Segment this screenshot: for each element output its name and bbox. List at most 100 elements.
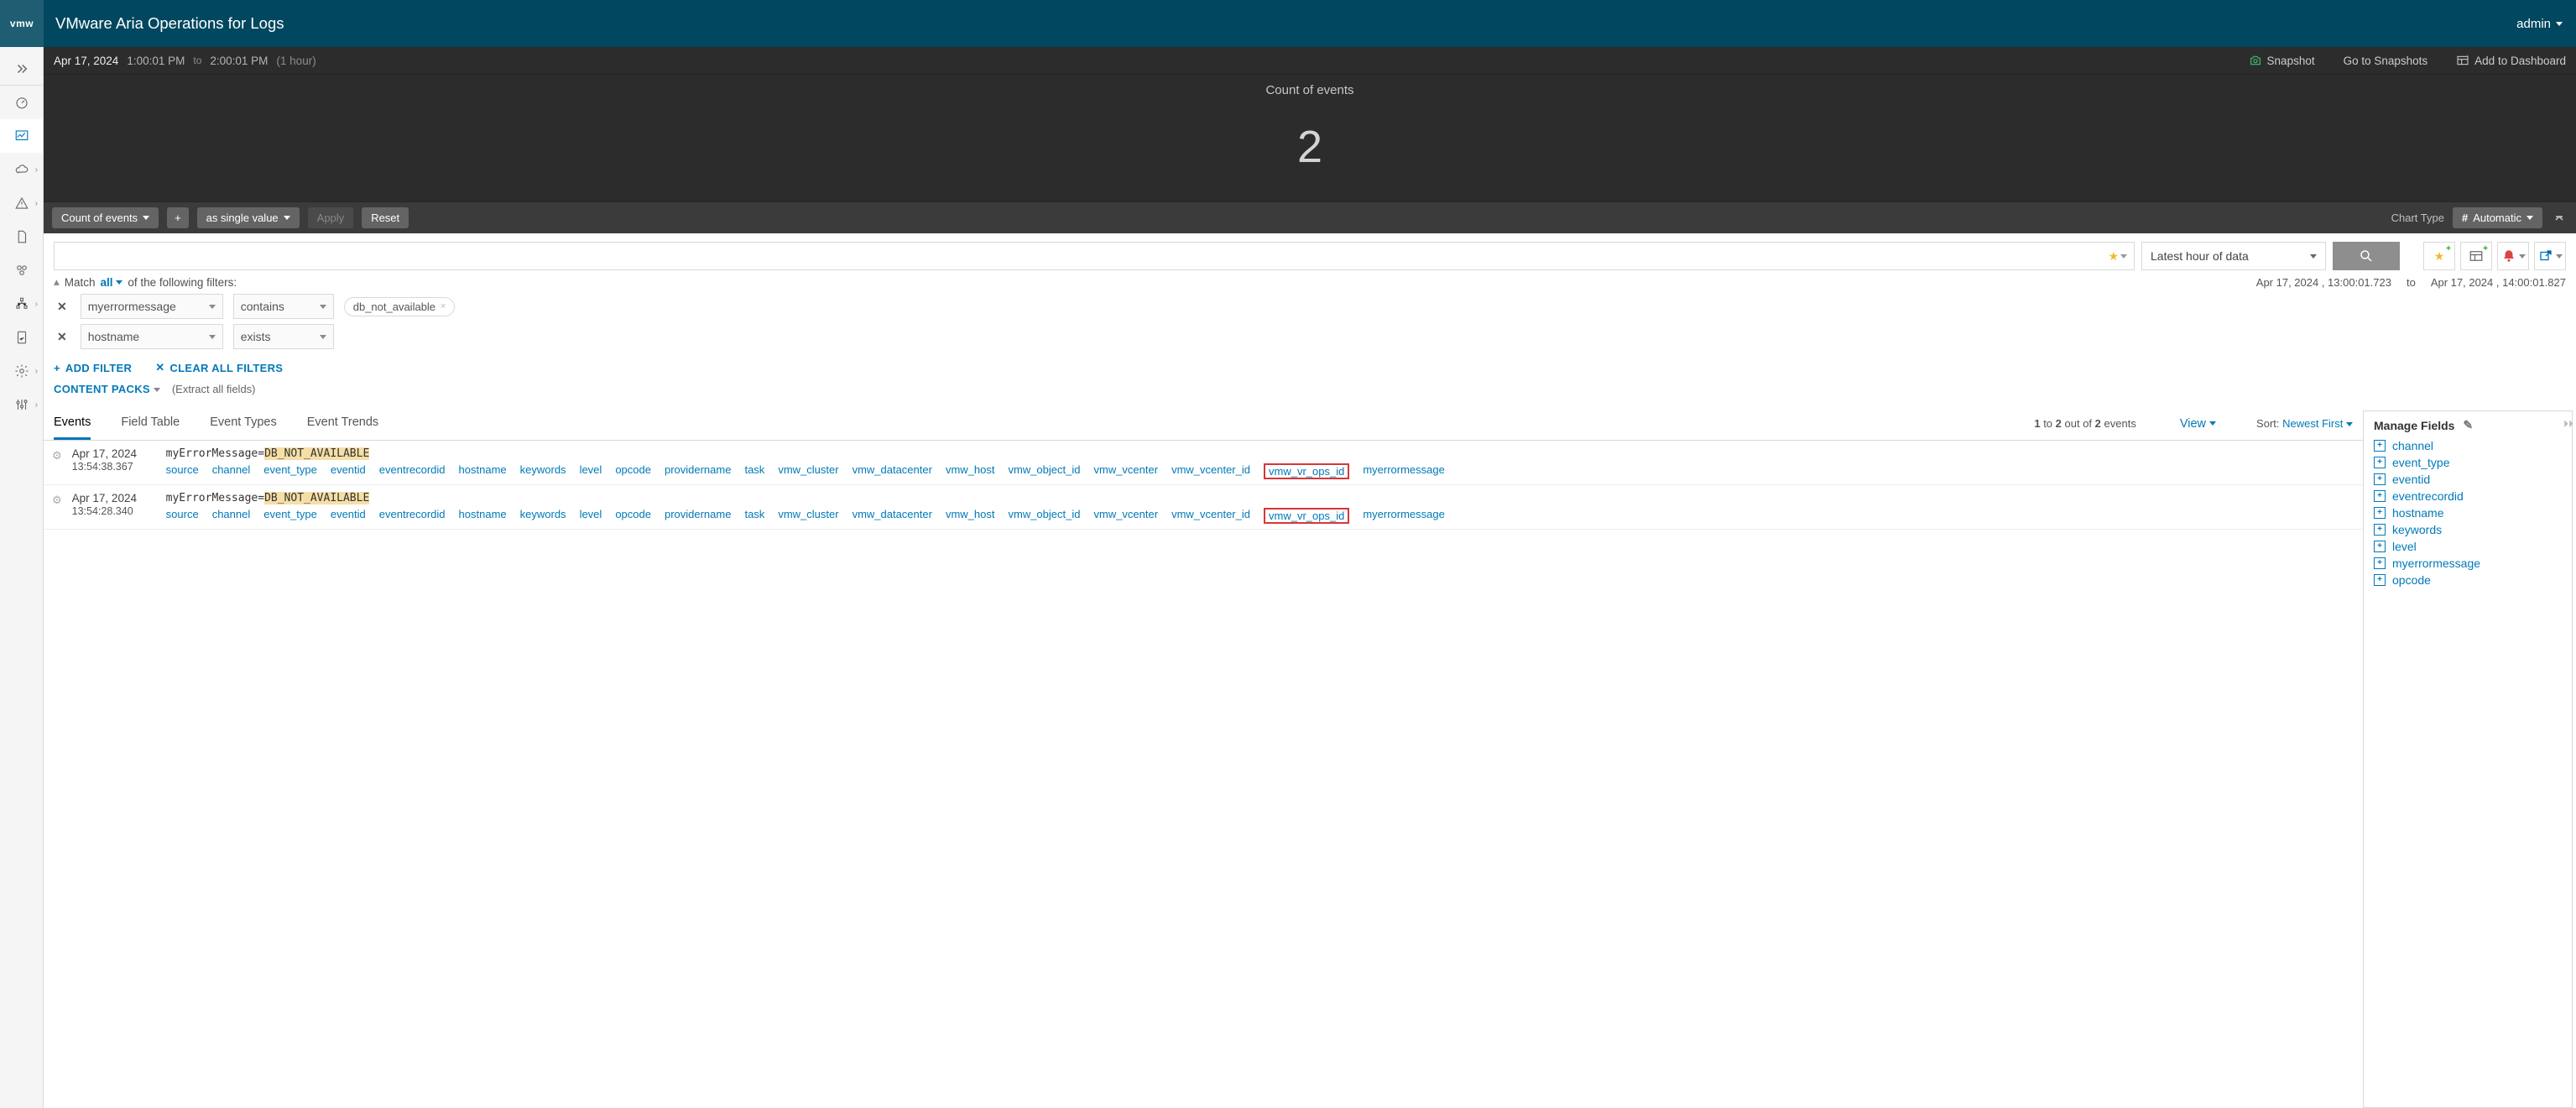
field-tag-vmw_vcenter[interactable]: vmw_vcenter — [1093, 508, 1158, 524]
reset-button[interactable]: Reset — [362, 207, 409, 228]
add-field-icon[interactable]: + — [2374, 557, 2386, 569]
field-tag-vmw_datacenter[interactable]: vmw_datacenter — [853, 463, 932, 479]
field-tag-event_type[interactable]: event_type — [263, 508, 317, 524]
snapshot-button[interactable]: Snapshot — [2249, 54, 2315, 67]
field-tag-source[interactable]: source — [166, 463, 199, 479]
event-gear-icon[interactable]: ⚙ — [52, 449, 62, 463]
filter-operator-select[interactable]: contains — [233, 294, 334, 319]
field-tag-myerrormessage[interactable]: myerrormessage — [1363, 463, 1445, 479]
field-eventid[interactable]: +eventid — [2374, 471, 2562, 488]
field-tag-hostname[interactable]: hostname — [459, 463, 507, 479]
timerange-select[interactable]: Latest hour of data — [2141, 242, 2326, 270]
edit-fields-icon[interactable]: ✎ — [2463, 418, 2473, 432]
nav-cloud[interactable]: › — [0, 153, 43, 186]
remove-filter-icon[interactable]: ✕ — [54, 300, 70, 314]
share-button[interactable] — [2534, 242, 2566, 270]
search-input[interactable] — [61, 248, 2108, 264]
field-tag-providername[interactable]: providername — [665, 463, 732, 479]
add-field-icon[interactable]: + — [2374, 574, 2386, 586]
nav-settings[interactable]: › — [0, 354, 43, 388]
field-hostname[interactable]: +hostname — [2374, 504, 2562, 521]
add-series-button[interactable]: + — [167, 207, 189, 228]
add-field-icon[interactable]: + — [2374, 541, 2386, 552]
field-tag-event_type[interactable]: event_type — [263, 463, 317, 479]
apply-button[interactable]: Apply — [308, 207, 354, 228]
field-tag-vmw_vr_ops_id[interactable]: vmw_vr_ops_id — [1264, 508, 1349, 524]
nav-dashboard[interactable] — [0, 86, 43, 119]
field-tag-opcode[interactable]: opcode — [615, 463, 651, 479]
save-favorite-button[interactable]: ★+ — [2423, 242, 2455, 270]
filter-operator-select[interactable]: exists — [233, 324, 334, 349]
field-tag-opcode[interactable]: opcode — [615, 508, 651, 524]
add-field-icon[interactable]: + — [2374, 473, 2386, 485]
add-field-icon[interactable]: + — [2374, 440, 2386, 452]
field-tag-vmw_host[interactable]: vmw_host — [946, 463, 995, 479]
tab-field-table[interactable]: Field Table — [121, 407, 180, 440]
field-tag-myerrormessage[interactable]: myerrormessage — [1363, 508, 1445, 524]
add-field-icon[interactable]: + — [2374, 490, 2386, 502]
field-tag-vmw_vcenter_id[interactable]: vmw_vcenter_id — [1171, 508, 1250, 524]
field-tag-task[interactable]: task — [744, 463, 764, 479]
field-opcode[interactable]: +opcode — [2374, 572, 2562, 588]
sidebar-expand-button[interactable] — [0, 52, 43, 86]
field-tag-providername[interactable]: providername — [665, 508, 732, 524]
field-tag-source[interactable]: source — [166, 508, 199, 524]
favorite-icon[interactable]: ★ — [2108, 249, 2127, 264]
field-tag-keywords[interactable]: keywords — [520, 463, 566, 479]
nav-mobile[interactable] — [0, 321, 43, 354]
field-tag-eventrecordid[interactable]: eventrecordid — [379, 463, 446, 479]
tab-event-trends[interactable]: Event Trends — [307, 407, 378, 440]
field-tag-vmw_cluster[interactable]: vmw_cluster — [778, 463, 838, 479]
field-tag-vmw_vcenter_id[interactable]: vmw_vcenter_id — [1171, 463, 1250, 479]
field-eventrecordid[interactable]: +eventrecordid — [2374, 488, 2562, 504]
remove-filter-icon[interactable]: ✕ — [54, 330, 70, 344]
nav-clusters[interactable] — [0, 253, 43, 287]
view-dropdown[interactable]: View — [2180, 417, 2216, 431]
collapse-chart-handle[interactable] — [2551, 207, 2568, 228]
field-tag-keywords[interactable]: keywords — [520, 508, 566, 524]
field-tag-task[interactable]: task — [744, 508, 764, 524]
field-tag-level[interactable]: level — [580, 508, 602, 524]
filter-value-token[interactable]: db_not_available × — [344, 297, 456, 316]
match-mode-dropdown[interactable]: all — [101, 276, 123, 289]
nav-sliders[interactable]: › — [0, 388, 43, 421]
field-tag-eventid[interactable]: eventid — [331, 508, 366, 524]
add-filter-button[interactable]: + ADD FILTER — [54, 361, 132, 374]
field-tag-hostname[interactable]: hostname — [459, 508, 507, 524]
sort-control[interactable]: Sort: Newest First — [2256, 417, 2353, 430]
field-tag-vmw_vcenter[interactable]: vmw_vcenter — [1093, 463, 1158, 479]
field-tag-channel[interactable]: channel — [212, 508, 251, 524]
remove-token-icon[interactable]: × — [441, 301, 446, 311]
field-event_type[interactable]: +event_type — [2374, 454, 2562, 471]
nav-file[interactable] — [0, 220, 43, 253]
tab-events[interactable]: Events — [54, 407, 91, 440]
chart-type-dropdown[interactable]: # Automatic — [2453, 207, 2542, 228]
add-field-icon[interactable]: + — [2374, 507, 2386, 519]
nav-topology[interactable]: › — [0, 287, 43, 321]
user-menu[interactable]: admin — [2516, 17, 2563, 31]
collapse-filters-toggle[interactable]: ▴ — [54, 275, 60, 289]
add-to-dashboard-icon-button[interactable]: + — [2460, 242, 2492, 270]
fields-panel-collapse[interactable]: ⏵⏵ — [2563, 418, 2573, 431]
field-channel[interactable]: +channel — [2374, 437, 2562, 454]
create-alert-button[interactable] — [2497, 242, 2529, 270]
count-of-events-dropdown[interactable]: Count of events — [52, 207, 159, 228]
add-to-dashboard-button[interactable]: + Add to Dashboard — [2456, 54, 2566, 67]
field-tag-eventid[interactable]: eventid — [331, 463, 366, 479]
field-myerrormessage[interactable]: +myerrormessage — [2374, 555, 2562, 572]
field-level[interactable]: +level — [2374, 538, 2562, 555]
field-keywords[interactable]: +keywords — [2374, 521, 2562, 538]
as-single-value-dropdown[interactable]: as single value — [197, 207, 300, 228]
field-tag-vmw_cluster[interactable]: vmw_cluster — [778, 508, 838, 524]
field-tag-vmw_host[interactable]: vmw_host — [946, 508, 995, 524]
filter-field-select[interactable]: myerrormessage — [81, 294, 223, 319]
nav-explore-logs[interactable] — [0, 119, 43, 153]
search-button[interactable] — [2333, 242, 2400, 270]
goto-snapshots-link[interactable]: Go to Snapshots — [2344, 55, 2428, 67]
add-field-icon[interactable]: + — [2374, 457, 2386, 468]
add-field-icon[interactable]: + — [2374, 524, 2386, 536]
event-gear-icon[interactable]: ⚙ — [52, 494, 62, 507]
nav-alerts[interactable]: › — [0, 186, 43, 220]
field-tag-vmw_vr_ops_id[interactable]: vmw_vr_ops_id — [1264, 463, 1349, 479]
field-tag-vmw_object_id[interactable]: vmw_object_id — [1008, 508, 1080, 524]
